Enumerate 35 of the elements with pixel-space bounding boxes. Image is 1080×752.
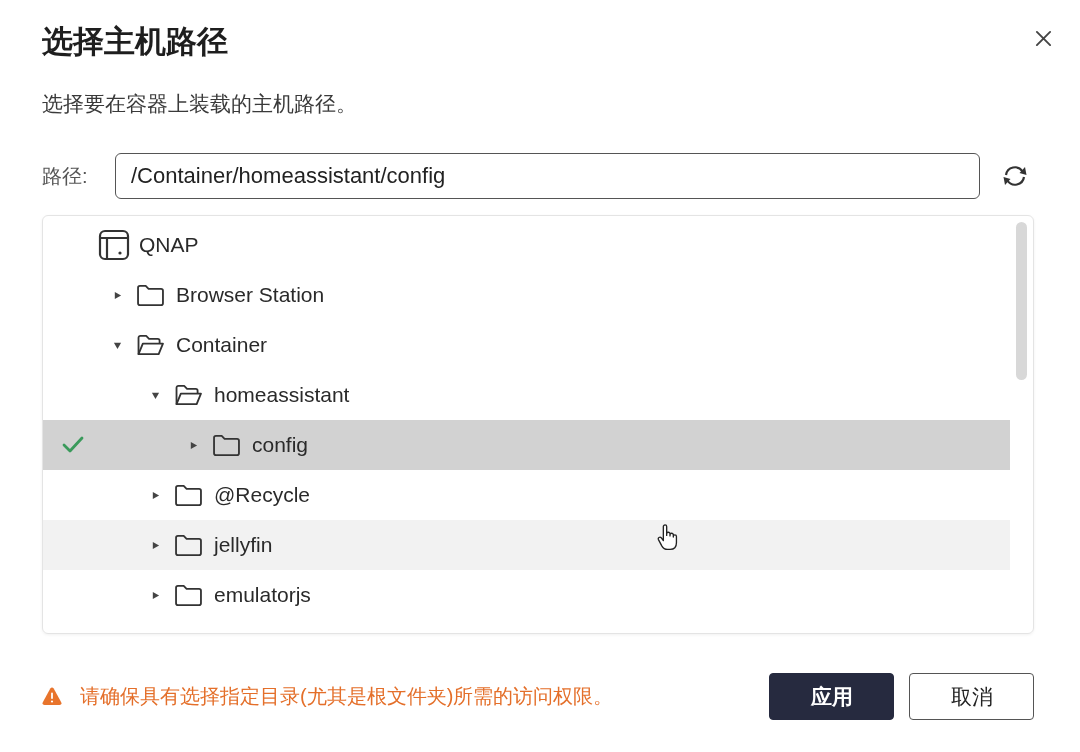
folder-icon	[136, 283, 165, 307]
folder-icon	[174, 533, 203, 557]
check-icon	[62, 436, 84, 454]
open-folder-icon	[136, 333, 165, 357]
caret-right-icon[interactable]	[150, 490, 160, 500]
path-label: 路径:	[42, 163, 89, 189]
tree-item[interactable]: emulatorjs	[43, 570, 1010, 620]
folder-icon	[212, 433, 241, 457]
close-icon[interactable]	[1035, 29, 1052, 47]
apply-button[interactable]: 应用	[769, 673, 894, 720]
dialog-title: 选择主机路径	[42, 23, 228, 61]
folder-icon	[174, 583, 203, 607]
caret-right-icon[interactable]	[188, 440, 198, 450]
tree-item[interactable]: @Recycle	[43, 470, 1010, 520]
path-field[interactable]: /Container/homeassistant/config	[115, 153, 980, 199]
cancel-button[interactable]: 取消	[909, 673, 1034, 720]
folder-icon	[174, 483, 203, 507]
caret-down-icon[interactable]	[112, 340, 122, 350]
tree-item[interactable]: jellyfin	[43, 520, 1010, 570]
tree-item[interactable]: Browser Station	[43, 270, 1010, 320]
tree-item[interactable]: config	[43, 420, 1010, 470]
tree-item[interactable]: QNAP	[43, 220, 1010, 270]
storage-device-icon	[98, 229, 130, 261]
caret-right-icon[interactable]	[150, 590, 160, 600]
dialog-description: 选择要在容器上装载的主机路径。	[42, 92, 358, 116]
open-folder-icon	[174, 383, 203, 407]
tree-item[interactable]: Container	[43, 320, 1010, 370]
caret-right-icon[interactable]	[150, 540, 160, 550]
caret-down-icon[interactable]	[150, 390, 160, 400]
warning-icon	[42, 687, 62, 706]
hand-cursor-icon	[657, 524, 678, 551]
scrollbar-thumb[interactable]	[1016, 222, 1027, 380]
caret-right-icon[interactable]	[112, 290, 122, 300]
tree-item[interactable]: homeassistant	[43, 370, 1010, 420]
warning-text: 请确保具有选择指定目录(尤其是根文件夹)所需的访问权限。	[80, 684, 614, 709]
